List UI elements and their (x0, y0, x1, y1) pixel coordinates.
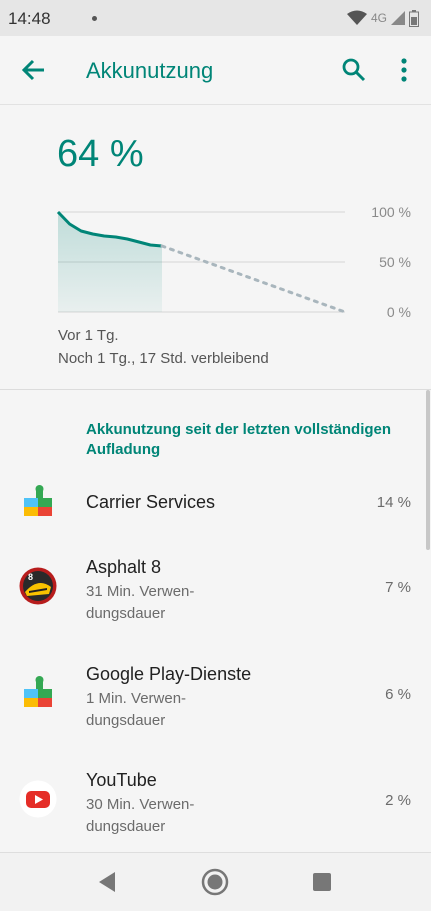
cell-signal-icon (391, 11, 405, 25)
app-name: Asphalt 8 (86, 557, 162, 577)
y-tick-label: 0 % (387, 304, 411, 320)
app-usage: 31 Min. Verwen- dungsdauer (86, 583, 195, 622)
nav-recent-apps-icon[interactable] (313, 873, 331, 891)
app-name: YouTube (86, 770, 157, 790)
section-title: Akkunutzung seit der letzten vollständig… (86, 421, 392, 458)
battery-projection-line (160, 244, 347, 314)
status-time: 14:48 (8, 9, 51, 28)
status-icons: 4G (346, 8, 419, 28)
status-bar: 14:48 4G (0, 0, 431, 36)
app-bar: Akkunutzung (0, 36, 431, 105)
wifi-icon (346, 10, 367, 25)
remaining-time: Noch 1 Tg., 17 Std. verbleibend (58, 350, 269, 367)
app-name: Carrier Services (86, 492, 216, 512)
notification-dot-icon (92, 16, 97, 21)
network-type: 4G (370, 11, 387, 25)
y-tick-label: 50 % (379, 254, 411, 270)
battery-icon (409, 9, 419, 27)
battery-percent: 64 % (57, 133, 144, 175)
app-percent: 14 % (376, 494, 411, 511)
app-usage: 1 Min. Verwen- dungsdauer (86, 690, 187, 729)
back-arrow-icon[interactable] (20, 56, 48, 84)
youtube-icon (19, 780, 57, 818)
divider (0, 389, 431, 390)
nav-home-icon[interactable] (201, 868, 229, 896)
search-icon[interactable] (341, 57, 367, 83)
y-tick-label: 100 % (371, 204, 411, 220)
navigation-bar (0, 852, 431, 911)
puzzle-icon (24, 676, 52, 707)
svg-text:8: 8 (28, 572, 33, 582)
app-usage: 30 Min. Verwen- dungsdauer (86, 796, 195, 835)
page-title: Akkunutzung (86, 58, 214, 83)
scrollbar[interactable] (426, 390, 430, 550)
app-row-asphalt-8[interactable]: 8 Asphalt 8 31 Min. Verwen- dungsdauer 7… (0, 555, 431, 630)
app-percent: 6 % (385, 686, 411, 703)
puzzle-icon (24, 485, 52, 516)
app-row-youtube[interactable]: YouTube 30 Min. Verwen- dungsdauer 2 % (0, 768, 431, 843)
app-row-carrier-services[interactable]: Carrier Services 14 % (0, 475, 431, 530)
app-row-google-play-dienste[interactable]: Google Play-Dienste 1 Min. Verwen- dungs… (0, 662, 431, 737)
more-options-icon[interactable] (398, 57, 410, 83)
app-percent: 7 % (385, 579, 411, 596)
time-since-charge: Vor 1 Tg. (58, 327, 119, 344)
nav-back-icon[interactable] (97, 871, 117, 893)
app-name: Google Play-Dienste (86, 664, 252, 684)
app-percent: 2 % (385, 792, 411, 809)
asphalt-icon: 8 (19, 567, 57, 605)
battery-chart: 100 % 50 % 0 % (56, 204, 411, 320)
